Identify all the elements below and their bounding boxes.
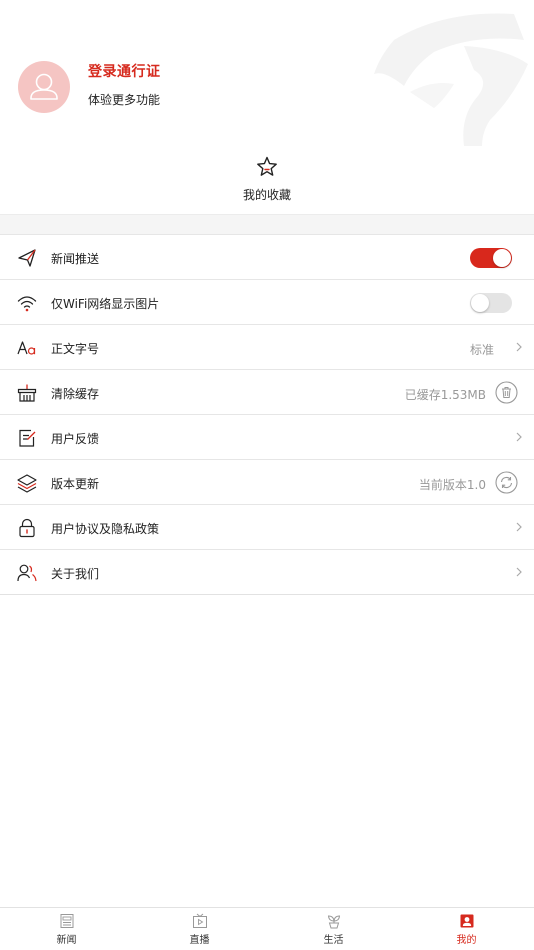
- settings-list: 新闻推送 仅WiFi网络显示图片 正文字号 标准 清除缓存 已缓存1.53MB …: [0, 235, 534, 595]
- wifi-icon: [17, 296, 37, 312]
- settings-item-label: 版本更新: [51, 477, 100, 491]
- avatar[interactable]: [18, 61, 70, 113]
- user-avatar-icon: [30, 73, 58, 100]
- users-icon: [17, 564, 37, 582]
- settings-item-clear-cache[interactable]: 清除缓存 已缓存1.53MB: [0, 370, 534, 415]
- toggle-knob: [471, 294, 489, 312]
- send-icon: [18, 249, 36, 267]
- tab-news[interactable]: 新闻: [0, 908, 133, 950]
- settings-item-version[interactable]: 版本更新 当前版本1.0: [0, 460, 534, 505]
- settings-item-wifi-images[interactable]: 仅WiFi网络显示图片: [0, 280, 534, 325]
- chevron-right-icon: [516, 342, 522, 352]
- toggle-knob: [493, 249, 511, 267]
- settings-item-privacy[interactable]: 用户协议及隐私政策: [0, 505, 534, 550]
- chevron-right-icon: [516, 432, 522, 442]
- settings-item-label: 仅WiFi网络显示图片: [51, 297, 160, 311]
- section-divider: [0, 214, 534, 235]
- feedback-icon: [19, 429, 36, 447]
- profile-header: 登录通行证 体验更多功能: [0, 0, 534, 150]
- cache-size-value: 已缓存1.53MB: [404, 388, 486, 402]
- settings-item-label: 关于我们: [51, 567, 100, 581]
- sprout-icon: [327, 915, 340, 929]
- favorites-label: 我的收藏: [242, 188, 291, 202]
- login-link[interactable]: 登录通行证: [88, 61, 161, 81]
- settings-item-label: 用户反馈: [51, 432, 100, 446]
- bottom-tab-bar: 新闻 直播 生活 我的: [0, 907, 534, 950]
- settings-item-about[interactable]: 关于我们: [0, 550, 534, 595]
- layers-icon: [17, 474, 37, 493]
- tab-label: 新闻: [56, 935, 77, 946]
- star-icon: [257, 156, 277, 176]
- tab-label: 我的: [456, 935, 477, 946]
- settings-item-label: 正文字号: [51, 342, 100, 356]
- trash-icon[interactable]: [495, 381, 518, 404]
- chevron-right-icon: [516, 567, 522, 577]
- font-size-value: 标准: [469, 343, 494, 357]
- tab-mine[interactable]: 我的: [400, 908, 533, 950]
- lock-icon: [19, 518, 35, 538]
- tab-life[interactable]: 生活: [267, 908, 400, 950]
- login-subtitle: 体验更多功能: [88, 93, 161, 107]
- newspaper-icon: [60, 914, 73, 928]
- tab-live[interactable]: 直播: [133, 908, 266, 950]
- profile-icon: [460, 914, 473, 928]
- settings-item-feedback[interactable]: 用户反馈: [0, 415, 534, 460]
- tab-label: 生活: [323, 935, 344, 946]
- settings-item-font-size[interactable]: 正文字号 标准: [0, 325, 534, 370]
- settings-item-label: 新闻推送: [51, 252, 100, 266]
- brand-watermark: [374, 13, 528, 146]
- chevron-right-icon: [516, 522, 522, 532]
- version-value: 当前版本1.0: [418, 478, 486, 492]
- font-size-icon: [17, 341, 36, 355]
- wifi-images-toggle[interactable]: [470, 293, 512, 313]
- push-toggle[interactable]: [470, 248, 512, 268]
- basket-icon: [17, 384, 37, 402]
- tab-label: 直播: [189, 935, 210, 946]
- settings-item-label: 清除缓存: [51, 387, 100, 401]
- settings-item-push[interactable]: 新闻推送: [0, 235, 534, 280]
- refresh-icon[interactable]: [495, 471, 518, 494]
- tv-icon: [192, 913, 207, 928]
- favorites-button[interactable]: 我的收藏: [217, 155, 317, 207]
- settings-item-label: 用户协议及隐私政策: [51, 522, 160, 536]
